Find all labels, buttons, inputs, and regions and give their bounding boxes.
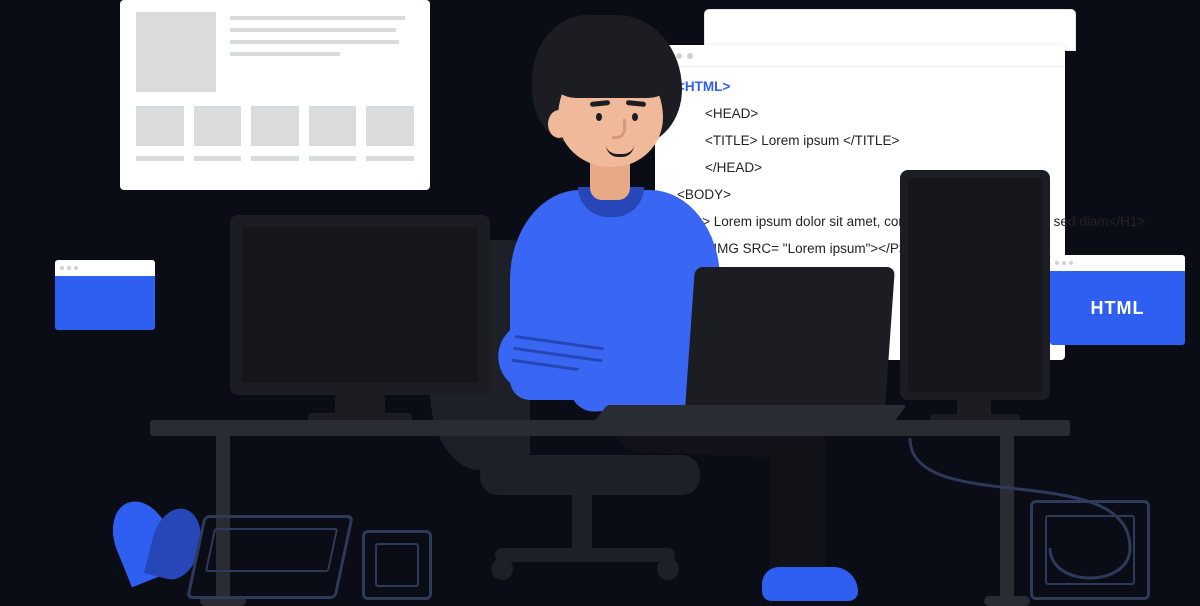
laptop-screen (685, 267, 895, 409)
chair-seat (480, 455, 700, 495)
background-browser-frame (705, 10, 1075, 50)
wireframe-image-placeholder (136, 12, 216, 92)
ear (548, 110, 570, 138)
html-badge-popup: HTML (1050, 255, 1185, 345)
illustration-stage: <HTML> <HEAD> <TITLE> Lorem ipsum </TITL… (0, 0, 1200, 600)
floor-device (186, 515, 354, 599)
eye (596, 113, 602, 121)
hair-fringe (552, 43, 672, 98)
chair-wheelbase (495, 548, 675, 562)
shin (770, 415, 826, 585)
wireframe-bar-row (136, 156, 414, 161)
desk-monitor-right (900, 170, 1050, 400)
html-badge-label: HTML (1050, 271, 1185, 345)
wireframe-window (120, 0, 430, 190)
desk-top (150, 420, 1070, 436)
floor-device (1030, 500, 1150, 600)
wireframe-thumb-row (136, 106, 414, 146)
eye (632, 113, 638, 121)
chair-stem (572, 492, 592, 552)
floor-device (362, 530, 432, 600)
monitor-stand (335, 395, 385, 415)
desk-monitor-left (230, 215, 490, 395)
shoe (762, 567, 858, 601)
wireframe-text-lines (230, 12, 414, 92)
mini-popup-left (55, 260, 155, 330)
